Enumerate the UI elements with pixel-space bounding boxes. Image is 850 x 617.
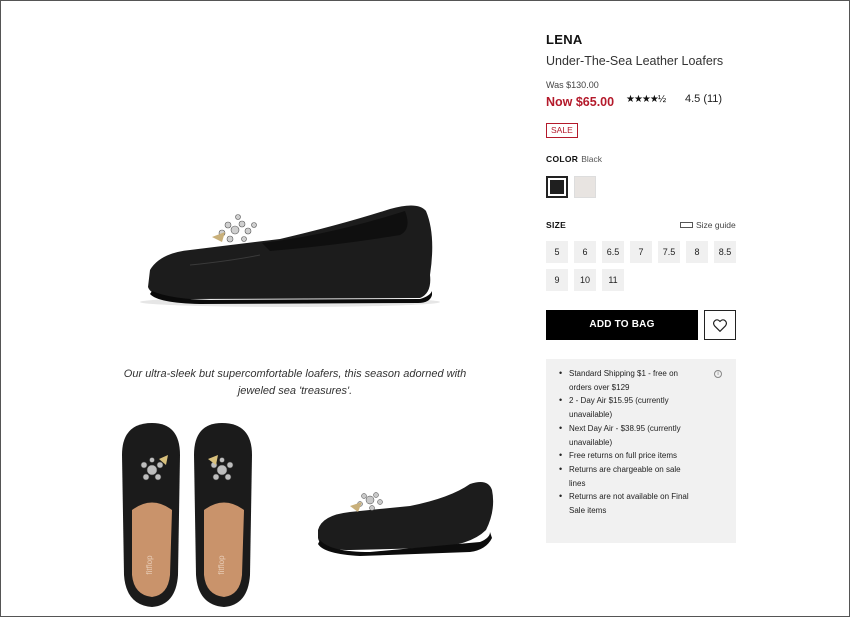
size-option[interactable]: 11: [602, 269, 624, 291]
product-brand: LENA: [546, 32, 583, 47]
size-option[interactable]: 8: [686, 241, 708, 263]
size-guide-link[interactable]: Size guide: [680, 220, 736, 230]
add-to-bag-button[interactable]: ADD TO BAG: [546, 310, 698, 340]
product-image-top[interactable]: fitflop fitflop: [112, 415, 262, 615]
size-label: SIZE: [546, 220, 567, 230]
swatch-black[interactable]: [546, 176, 568, 198]
ruler-icon: [680, 221, 693, 228]
rating-count[interactable]: 4.5 (11): [685, 93, 722, 105]
size-option[interactable]: 8.5: [714, 241, 736, 263]
product-name: Under-The-Sea Leather Loafers: [546, 54, 724, 68]
size-option[interactable]: 7: [630, 241, 652, 263]
heart-icon: [713, 318, 727, 332]
size-option[interactable]: 5: [546, 241, 568, 263]
size-option[interactable]: 6.5: [602, 241, 624, 263]
size-option[interactable]: 9: [546, 269, 568, 291]
color-label-title: COLOR: [546, 154, 579, 164]
shipping-item: 2 - Day Air $15.95 (currently unavailabl…: [558, 394, 696, 421]
shipping-item: Next Day Air - $38.95 (currently unavail…: [558, 422, 696, 449]
shipping-info-box: Standard Shipping $1 - free on orders ov…: [546, 359, 736, 543]
shipping-item: Free returns on full price items: [558, 449, 696, 463]
sale-badge: SALE: [546, 123, 578, 138]
rating-stars-icon[interactable]: ★★★★½: [626, 94, 666, 105]
swatch-grey[interactable]: [574, 176, 596, 198]
size-option[interactable]: 10: [574, 269, 596, 291]
color-value: Black: [581, 154, 602, 164]
size-guide-label: Size guide: [696, 220, 736, 230]
size-option[interactable]: 6: [574, 241, 596, 263]
product-description: Our ultra-sleek but supercomfortable loa…: [123, 368, 467, 397]
now-price: Now $65.00: [546, 95, 615, 109]
color-label: COLOR Black: [546, 154, 602, 164]
was-price: Was $130.00: [546, 80, 599, 90]
shipping-item: Standard Shipping $1 - free on orders ov…: [558, 367, 696, 394]
svg-text:fitflop: fitflop: [145, 555, 154, 575]
product-image-angle[interactable]: [310, 470, 500, 560]
shipping-item: Returns are chargeable on sale lines: [558, 463, 696, 490]
info-icon[interactable]: i: [714, 370, 722, 378]
size-option[interactable]: 7.5: [658, 241, 680, 263]
product-image-main[interactable]: [130, 195, 450, 320]
wishlist-button[interactable]: [704, 310, 736, 340]
shipping-item: Returns are not available on Final Sale …: [558, 490, 696, 517]
svg-text:fitflop: fitflop: [217, 555, 226, 575]
